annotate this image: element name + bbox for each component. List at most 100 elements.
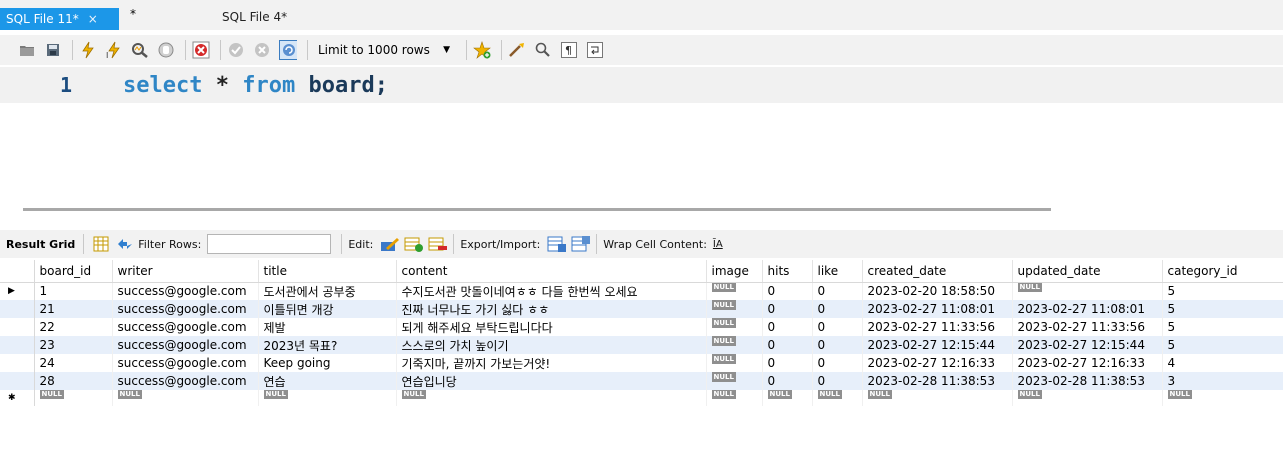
refresh-icon[interactable] [114, 234, 136, 254]
cell-image[interactable]: NULL [706, 300, 763, 318]
explain-icon[interactable] [131, 41, 149, 59]
add-snippet-icon[interactable] [473, 41, 491, 59]
cell-like[interactable]: 0 [812, 318, 863, 336]
toggle-error-icon[interactable] [192, 41, 210, 59]
cell-writer[interactable]: success@google.com [112, 372, 259, 390]
tab-sql-file-4[interactable]: SQL File 4* [222, 10, 287, 24]
cell-category-id[interactable]: NULL [1162, 390, 1283, 406]
table-row[interactable]: ▶ 1 success@google.com 도서관에서 공부중 수지도서관 맛… [0, 282, 1283, 300]
cell-title[interactable]: 이틀뒤면 개강 [258, 300, 397, 318]
column-header-updated-date[interactable]: updated_date [1012, 260, 1163, 283]
open-folder-icon[interactable] [18, 41, 36, 59]
cell-created-date[interactable]: 2023-02-27 12:16:33 [862, 354, 1013, 372]
sql-editor[interactable]: 1 select * from board; [0, 67, 1283, 194]
cell-category-id[interactable]: 5 [1162, 282, 1283, 300]
cell-like[interactable]: 0 [812, 372, 863, 390]
wrap-icon[interactable] [586, 41, 604, 59]
cell-content[interactable]: 진짜 너무나도 가기 싫다 ㅎㅎ [396, 300, 707, 318]
invisible-chars-icon[interactable]: ¶ [560, 41, 578, 59]
cell-image[interactable]: NULL [706, 390, 763, 406]
cell-board-id[interactable]: NULL [34, 390, 113, 406]
cell-category-id[interactable]: 5 [1162, 300, 1283, 318]
cell-created-date[interactable]: 2023-02-27 12:15:44 [862, 336, 1013, 354]
cell-hits[interactable]: 0 [762, 282, 813, 300]
cell-hits[interactable]: 0 [762, 318, 813, 336]
column-header-content[interactable]: content [396, 260, 707, 283]
cell-title[interactable]: 도서관에서 공부중 [258, 282, 397, 300]
filter-rows-input[interactable] [207, 234, 332, 254]
table-row[interactable]: 23 success@google.com 2023년 목표? 스스로의 가치 … [0, 336, 1283, 354]
column-header-created-date[interactable]: created_date [862, 260, 1013, 283]
cell-like[interactable]: 0 [812, 336, 863, 354]
cell-created-date[interactable]: NULL [862, 390, 1013, 406]
insert-row-icon[interactable] [403, 234, 425, 254]
cell-title[interactable]: 제발 [258, 318, 397, 336]
cell-updated-date[interactable]: NULL [1012, 282, 1163, 300]
cell-created-date[interactable]: 2023-02-27 11:33:56 [862, 318, 1013, 336]
new-row[interactable]: ✱ NULL NULL NULL NULL NULL NULL NULL NUL… [0, 390, 1283, 406]
cell-content[interactable]: 연습입니당 [396, 372, 707, 390]
cell-writer[interactable]: NULL [112, 390, 259, 406]
cell-writer[interactable]: success@google.com [112, 300, 259, 318]
panel-splitter[interactable] [23, 208, 1051, 211]
cell-hits[interactable]: 0 [762, 300, 813, 318]
column-header-writer[interactable]: writer [112, 260, 259, 283]
cell-content[interactable]: NULL [396, 390, 707, 406]
cell-image[interactable]: NULL [706, 282, 763, 300]
code-line-1[interactable]: select * from board; [123, 73, 388, 98]
tab-unnamed[interactable]: * [130, 7, 136, 21]
cell-image[interactable]: NULL [706, 336, 763, 354]
cell-hits[interactable]: 0 [762, 336, 813, 354]
execute-current-icon[interactable]: I [105, 41, 123, 59]
tab-sql-file-11[interactable]: SQL File 11* × [0, 8, 119, 30]
commit-icon[interactable] [227, 41, 245, 59]
column-header-hits[interactable]: hits [762, 260, 813, 283]
cell-like[interactable]: 0 [812, 282, 863, 300]
cell-content[interactable]: 수지도서관 맛돌이네여ㅎㅎ 다들 한번씩 오세요 [396, 282, 707, 300]
cell-image[interactable]: NULL [706, 318, 763, 336]
stop-icon[interactable] [157, 41, 175, 59]
cell-content[interactable]: 기죽지마, 끝까지 가보는거얏! [396, 354, 707, 372]
cell-title[interactable]: 연습 [258, 372, 397, 390]
cell-board-id[interactable]: 21 [34, 300, 113, 318]
cell-writer[interactable]: success@google.com [112, 336, 259, 354]
cell-updated-date[interactable]: 2023-02-28 11:38:53 [1012, 372, 1163, 390]
delete-row-icon[interactable] [427, 234, 449, 254]
table-row[interactable]: 22 success@google.com 제발 되게 해주세요 부탁드립니다다… [0, 318, 1283, 336]
cell-writer[interactable]: success@google.com [112, 354, 259, 372]
column-header-like[interactable]: like [812, 260, 863, 283]
export-icon[interactable] [546, 234, 568, 254]
beautify-icon[interactable] [508, 41, 526, 59]
table-row[interactable]: 28 success@google.com 연습 연습입니당 NULL 0 0 … [0, 372, 1283, 390]
tab-close-icon[interactable]: × [88, 12, 98, 26]
column-header-board-id[interactable]: board_id [34, 260, 113, 283]
column-header-image[interactable]: image [706, 260, 763, 283]
cell-like[interactable]: 0 [812, 300, 863, 318]
cell-hits[interactable]: 0 [762, 354, 813, 372]
cell-updated-date[interactable]: 2023-02-27 12:15:44 [1012, 336, 1163, 354]
cell-hits[interactable]: NULL [762, 390, 813, 406]
edit-row-icon[interactable] [379, 234, 401, 254]
cell-writer[interactable]: success@google.com [112, 318, 259, 336]
cell-created-date[interactable]: 2023-02-20 18:58:50 [862, 282, 1013, 300]
rollback-icon[interactable] [253, 41, 271, 59]
cell-updated-date[interactable]: 2023-02-27 11:33:56 [1012, 318, 1163, 336]
cell-created-date[interactable]: 2023-02-27 11:08:01 [862, 300, 1013, 318]
cell-updated-date[interactable]: 2023-02-27 12:16:33 [1012, 354, 1163, 372]
cell-image[interactable]: NULL [706, 354, 763, 372]
cell-category-id[interactable]: 5 [1162, 336, 1283, 354]
cell-updated-date[interactable]: NULL [1012, 390, 1163, 406]
import-icon[interactable] [570, 234, 592, 254]
grid-view-icon[interactable] [90, 234, 112, 254]
wrap-cell-content-icon[interactable]: ĪA [713, 239, 723, 250]
cell-hits[interactable]: 0 [762, 372, 813, 390]
limit-rows-select[interactable]: Limit to 1000 rows ▼ [314, 40, 454, 60]
cell-title[interactable]: 2023년 목표? [258, 336, 397, 354]
cell-content[interactable]: 되게 해주세요 부탁드립니다다 [396, 318, 707, 336]
column-header-category-id[interactable]: category_id [1162, 260, 1283, 283]
save-icon[interactable] [44, 41, 62, 59]
cell-category-id[interactable]: 5 [1162, 318, 1283, 336]
cell-board-id[interactable]: 24 [34, 354, 113, 372]
cell-board-id[interactable]: 1 [34, 282, 113, 300]
cell-board-id[interactable]: 23 [34, 336, 113, 354]
